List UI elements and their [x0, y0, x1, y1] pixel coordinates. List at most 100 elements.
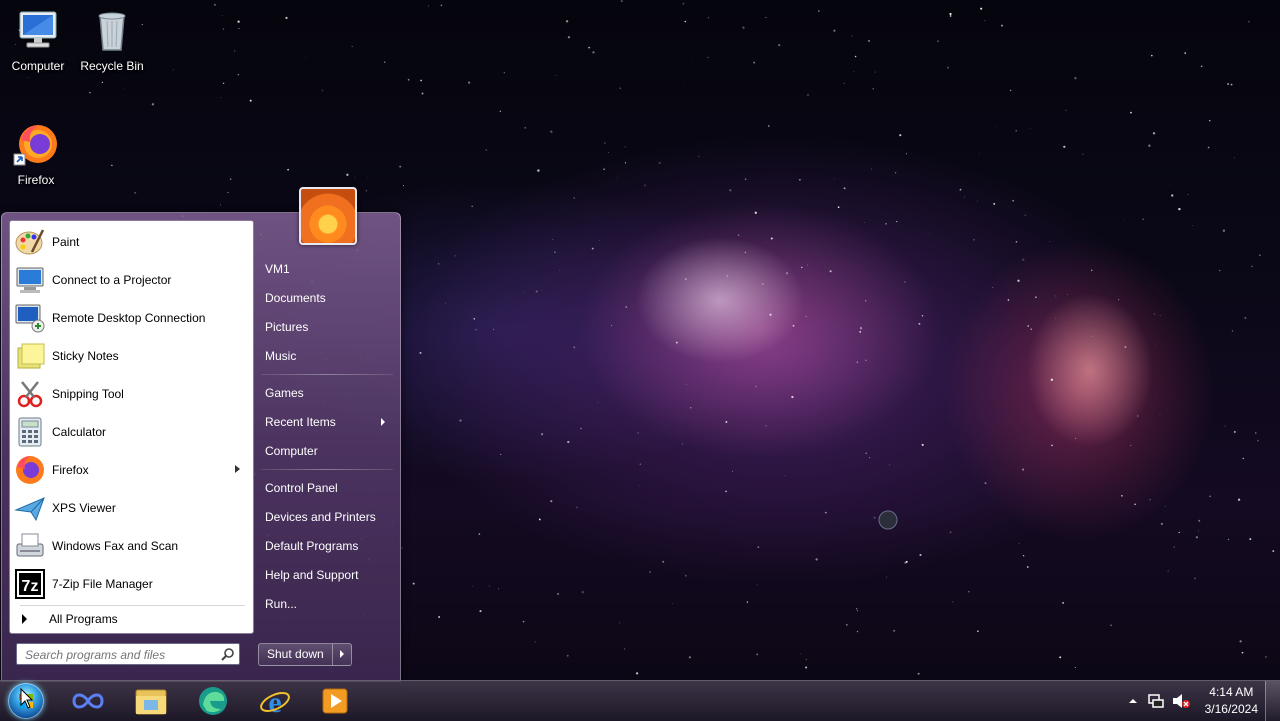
star [1155, 345, 1157, 347]
taskbar-pinned-explorer[interactable] [125, 683, 177, 719]
star [227, 191, 229, 193]
program-7zip[interactable]: 7z 7-Zip File Manager [14, 566, 248, 602]
star [893, 629, 896, 632]
star [833, 29, 836, 32]
start-right-run[interactable]: Run... [265, 593, 393, 615]
star [805, 315, 807, 318]
program-remote-desktop[interactable]: Remote Desktop Connection [14, 300, 248, 336]
show-desktop-button[interactable] [1265, 681, 1280, 721]
remote-desktop-icon [15, 304, 45, 333]
star [420, 79, 423, 82]
star [1074, 666, 1076, 669]
start-right-music[interactable]: Music [265, 345, 393, 367]
all-programs-button[interactable]: All Programs [18, 608, 246, 630]
star [1130, 111, 1132, 114]
star [1178, 207, 1181, 211]
star [684, 20, 687, 23]
star [1134, 503, 1136, 506]
star [535, 290, 538, 293]
desktop-icon-computer[interactable]: Computer [0, 6, 76, 73]
user-avatar[interactable] [299, 187, 357, 245]
program-label: 7-Zip File Manager [52, 577, 153, 591]
star [557, 592, 560, 595]
star [399, 165, 402, 168]
star [472, 586, 473, 588]
clock-time: 4:14 AM [1209, 685, 1254, 699]
start-right-recent-items[interactable]: Recent Items [265, 411, 393, 433]
start-right-games[interactable]: Games [265, 382, 393, 404]
taskbar-pinned-edge[interactable] [187, 683, 239, 719]
star [229, 178, 232, 180]
right-divider [261, 469, 393, 470]
star [1244, 316, 1247, 319]
star [744, 251, 747, 254]
star [475, 328, 478, 331]
star [1022, 554, 1025, 557]
start-right-user[interactable]: VM1 [265, 258, 393, 280]
network-icon[interactable] [1148, 693, 1164, 709]
star [1259, 254, 1261, 256]
star [968, 591, 970, 593]
start-right-help-support[interactable]: Help and Support [265, 564, 393, 586]
program-fax-scan[interactable]: Windows Fax and Scan [14, 528, 248, 564]
recycle-bin-icon [98, 12, 126, 51]
volume-muted-icon[interactable] [1172, 693, 1190, 709]
program-firefox[interactable]: Firefox [14, 452, 248, 488]
show-hidden-icons-arrow[interactable] [1128, 696, 1138, 706]
shutdown-button[interactable]: Shut down [258, 643, 333, 666]
program-paint[interactable]: Paint [14, 224, 248, 260]
program-connect-projector[interactable]: Connect to a Projector [14, 262, 248, 298]
star [976, 200, 978, 202]
taskbar-pinned-infinity[interactable] [62, 683, 114, 719]
star [1007, 299, 1010, 301]
shutdown-options-button[interactable] [332, 643, 352, 666]
star [1124, 346, 1127, 348]
desktop-icon-recycle-bin[interactable]: Recycle Bin [74, 6, 150, 73]
star [1184, 52, 1187, 54]
program-list-divider [20, 605, 245, 606]
star [1153, 313, 1156, 315]
snipping-tool-icon [17, 381, 43, 408]
star [806, 93, 810, 96]
program-snipping-tool[interactable]: Snipping Tool [14, 376, 248, 412]
star [365, 190, 368, 192]
program-label: Windows Fax and Scan [52, 539, 179, 553]
star [440, 4, 443, 7]
star [566, 654, 569, 657]
star [598, 240, 600, 242]
taskbar-clock[interactable]: 4:14 AM 3/16/2024 [1205, 684, 1258, 718]
program-calculator[interactable]: Calculator [14, 414, 248, 450]
star [367, 177, 369, 178]
star [1207, 146, 1210, 149]
program-sticky-notes[interactable]: Sticky Notes [14, 338, 248, 374]
program-xps-viewer[interactable]: XPS Viewer [14, 490, 248, 526]
start-right-documents[interactable]: Documents [265, 287, 393, 309]
star [807, 264, 809, 266]
star [287, 168, 289, 171]
taskbar-pinned-media-player[interactable] [309, 683, 361, 719]
star [959, 188, 962, 191]
start-right-control-panel[interactable]: Control Panel [265, 477, 393, 499]
star [756, 653, 759, 656]
star [151, 103, 155, 106]
start-right-default-programs[interactable]: Default Programs [265, 535, 393, 557]
star [707, 56, 709, 59]
star [1209, 495, 1211, 497]
star [871, 168, 872, 170]
start-right-computer[interactable]: Computer [265, 440, 393, 462]
star [554, 387, 555, 388]
search-input[interactable] [23, 645, 217, 665]
star [111, 164, 113, 167]
desktop-icon-firefox[interactable]: Firefox [0, 120, 74, 187]
start-right-pictures[interactable]: Pictures [265, 316, 393, 338]
calculator-icon [18, 417, 42, 447]
submenu-arrow-icon[interactable] [235, 465, 240, 473]
star [905, 560, 908, 563]
star [865, 452, 867, 455]
search-icon[interactable] [221, 647, 235, 661]
taskbar-pinned-ie[interactable]: e [249, 683, 301, 719]
star [1242, 457, 1244, 460]
star [949, 15, 952, 17]
start-search-box[interactable] [16, 643, 240, 665]
start-right-devices-printers[interactable]: Devices and Printers [265, 506, 393, 528]
